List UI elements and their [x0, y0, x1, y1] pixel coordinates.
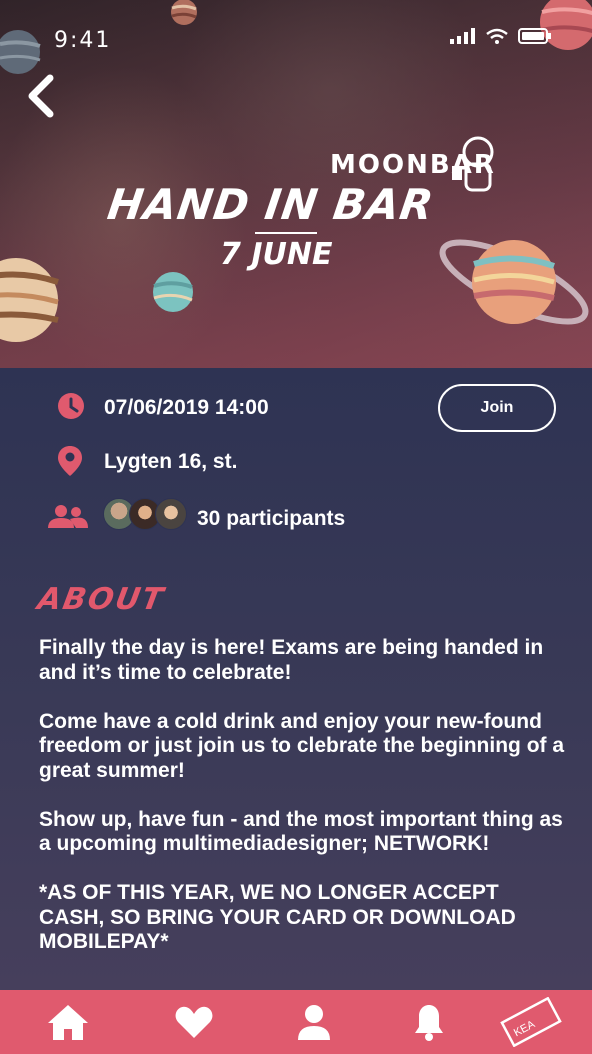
home-icon	[48, 1005, 88, 1040]
avatar	[155, 498, 187, 530]
event-datetime: 07/06/2019 14:00	[104, 396, 269, 419]
people-icon	[48, 505, 88, 528]
battery-icon	[518, 28, 551, 44]
about-paragraph: *AS OF THIS YEAR, WE NO LONGER ACCEPT CA…	[39, 881, 516, 953]
about-paragraph: Show up, have fun - and the most importa…	[39, 807, 563, 856]
event-location: Lygten 16, st.	[104, 450, 238, 473]
chevron-left-icon	[28, 74, 54, 118]
tab-profile[interactable]	[279, 990, 349, 1054]
status-bar: 9:41	[0, 0, 592, 70]
back-button[interactable]	[24, 72, 60, 120]
event-details: 07/06/2019 14:00 Join Lygten 16, st. 30 …	[0, 368, 592, 990]
participant-count[interactable]: 30 participants	[197, 507, 345, 531]
location-pin-icon	[58, 446, 82, 476]
bottom-tab-bar: KEA	[0, 990, 592, 1054]
about-text: Finally the day is here! Exams are being…	[39, 636, 569, 979]
signal-icon	[450, 28, 475, 44]
user-icon	[298, 1005, 330, 1040]
event-brand: MOONBAR	[330, 150, 496, 180]
about-paragraph: Come have a cold drink and enjoy your ne…	[39, 709, 565, 782]
join-button[interactable]: Join	[438, 384, 556, 432]
event-date-art: 7 JUNE	[220, 237, 333, 272]
status-time: 9:41	[54, 28, 112, 53]
kea-ticket-icon: KEA	[500, 997, 562, 1047]
title-divider	[255, 232, 317, 234]
tab-favorites[interactable]	[159, 990, 229, 1054]
about-heading: ABOUT	[34, 582, 168, 617]
tab-notifications[interactable]	[394, 990, 464, 1054]
wifi-icon	[486, 28, 508, 44]
participant-avatars[interactable]	[103, 498, 189, 530]
planet-small-teal	[153, 272, 193, 312]
planet-ringed	[439, 239, 589, 325]
tab-home[interactable]	[33, 990, 103, 1054]
planet-left-striped	[0, 258, 59, 342]
event-hero-image: 9:41 MOONBAR HAND IN BAR 7 JUNE	[0, 0, 592, 368]
clock-icon	[58, 393, 84, 419]
tab-kea[interactable]: KEA	[496, 990, 566, 1054]
heart-icon	[175, 1006, 213, 1038]
bell-icon	[415, 1005, 443, 1041]
about-paragraph: Finally the day is here! Exams are being…	[39, 636, 544, 684]
event-title: HAND IN BAR	[104, 180, 438, 229]
